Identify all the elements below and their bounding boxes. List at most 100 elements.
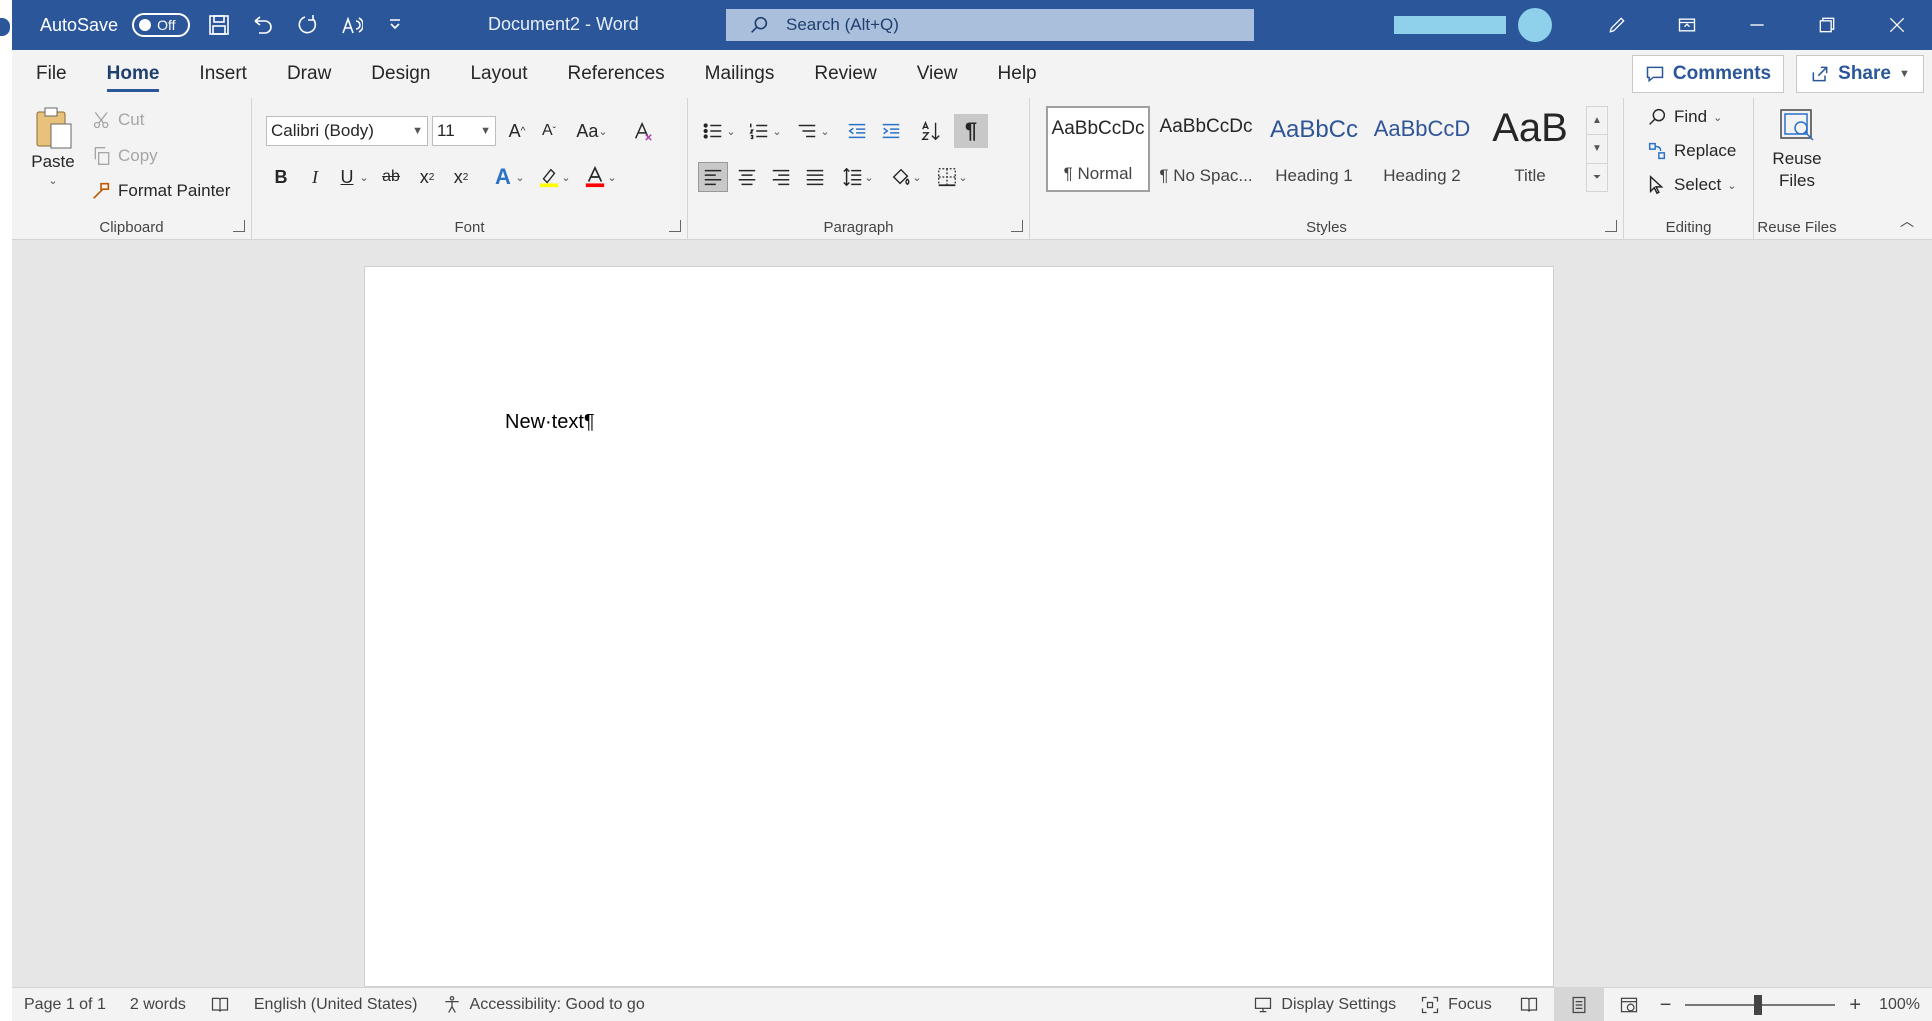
read-aloud-icon[interactable]: [336, 10, 366, 40]
highlight-dropdown-icon[interactable]: ⌄: [558, 162, 574, 192]
document-text[interactable]: New·text¶: [505, 411, 595, 434]
numbering-dropdown-icon[interactable]: ⌄: [770, 116, 784, 146]
style-normal[interactable]: AaBbCcDc ¶ Normal: [1046, 106, 1150, 192]
restore-icon[interactable]: [1792, 0, 1862, 50]
strikethrough-icon[interactable]: ab: [376, 162, 406, 192]
multilevel-dropdown-icon[interactable]: ⌄: [818, 116, 832, 146]
reuse-files-button[interactable]: Reuse Files: [1766, 106, 1828, 192]
web-layout-button[interactable]: [1604, 988, 1654, 1021]
collapse-ribbon-icon[interactable]: ︿: [1900, 211, 1914, 231]
zoom-slider-thumb[interactable]: [1754, 995, 1763, 1015]
minimize-icon[interactable]: [1722, 0, 1792, 50]
style-heading-1[interactable]: AaBbCc Heading 1: [1262, 106, 1366, 192]
chevron-down-icon: ⌄: [1713, 111, 1723, 124]
find-button[interactable]: Find ⌄: [1646, 106, 1722, 128]
language-status[interactable]: English (United States): [242, 988, 430, 1021]
select-button[interactable]: Select ⌄: [1646, 174, 1736, 196]
paste-button[interactable]: Paste ⌄: [28, 106, 78, 187]
align-center-icon[interactable]: [732, 162, 762, 192]
pen-icon[interactable]: [1582, 0, 1652, 50]
paragraph-launcher-icon[interactable]: [1011, 220, 1023, 232]
italic-icon[interactable]: I: [300, 162, 330, 192]
comments-button[interactable]: Comments: [1632, 55, 1784, 93]
clipboard-launcher-icon[interactable]: [233, 220, 245, 232]
tab-mailings[interactable]: Mailings: [685, 50, 795, 98]
page-count[interactable]: Page 1 of 1: [12, 988, 118, 1021]
print-layout-button[interactable]: [1553, 988, 1604, 1021]
line-spacing-dropdown-icon[interactable]: ⌄: [862, 162, 876, 192]
bold-icon[interactable]: B: [266, 162, 296, 192]
account-name[interactable]: [1394, 16, 1506, 34]
style-no-spacing[interactable]: AaBbCcDc ¶ No Spac...: [1154, 106, 1258, 192]
style-title[interactable]: AaB Title: [1478, 106, 1582, 192]
redo-icon[interactable]: [292, 10, 322, 40]
autosave-toggle[interactable]: Off: [132, 13, 191, 37]
more-styles-icon[interactable]: ⏷: [1587, 164, 1607, 191]
increase-indent-icon[interactable]: [876, 116, 906, 146]
replace-button[interactable]: Replace: [1646, 140, 1736, 162]
tab-view[interactable]: View: [897, 50, 978, 98]
tab-review[interactable]: Review: [794, 50, 896, 98]
align-left-icon[interactable]: [698, 162, 728, 192]
accessibility-status[interactable]: Accessibility: Good to go: [430, 988, 657, 1021]
scroll-up-icon[interactable]: ▲: [1587, 107, 1607, 136]
cut-button[interactable]: Cut: [92, 110, 144, 130]
undo-icon[interactable]: [248, 10, 278, 40]
clear-formatting-icon[interactable]: [628, 116, 658, 146]
share-label: Share: [1838, 63, 1891, 84]
share-button[interactable]: Share ▼: [1796, 55, 1924, 93]
tab-references[interactable]: References: [548, 50, 685, 98]
tab-help[interactable]: Help: [978, 50, 1057, 98]
font-color-dropdown-icon[interactable]: ⌄: [604, 162, 620, 192]
tab-insert[interactable]: Insert: [179, 50, 267, 98]
style-heading-2[interactable]: AaBbCcD Heading 2: [1370, 106, 1474, 192]
shading-dropdown-icon[interactable]: ⌄: [910, 162, 924, 192]
align-right-icon[interactable]: [766, 162, 796, 192]
display-settings-button[interactable]: Display Settings: [1241, 988, 1408, 1021]
tab-draw[interactable]: Draw: [267, 50, 351, 98]
clipboard-group: Paste ⌄ Cut Copy Format Painter Clipboar…: [12, 98, 252, 240]
subscript-icon[interactable]: x2: [412, 162, 442, 192]
replace-icon: [1648, 142, 1666, 160]
font-launcher-icon[interactable]: [669, 220, 681, 232]
tab-design[interactable]: Design: [351, 50, 450, 98]
styles-launcher-icon[interactable]: [1605, 220, 1617, 232]
read-mode-button[interactable]: [1504, 988, 1554, 1021]
text-effects-dropdown-icon[interactable]: ⌄: [512, 162, 528, 192]
change-case-button[interactable]: Aa ⌄: [570, 116, 614, 146]
tab-home[interactable]: Home: [87, 50, 180, 98]
justify-icon[interactable]: [800, 162, 830, 192]
underline-dropdown-icon[interactable]: ⌄: [356, 162, 372, 192]
bullets-dropdown-icon[interactable]: ⌄: [724, 116, 738, 146]
ribbon-display-options-icon[interactable]: [1652, 0, 1722, 50]
style-label: ¶ No Spac...: [1159, 166, 1253, 185]
document-page[interactable]: New·text¶: [364, 266, 1554, 987]
zoom-in-button[interactable]: +: [1843, 988, 1867, 1021]
zoom-level[interactable]: 100%: [1867, 988, 1932, 1021]
customize-qat-icon[interactable]: [380, 10, 410, 40]
close-icon[interactable]: [1862, 0, 1932, 50]
shrink-font-icon[interactable]: Aˇ: [534, 116, 564, 146]
grow-font-icon[interactable]: A ^: [502, 116, 532, 146]
format-painter-button[interactable]: Format Painter: [90, 180, 230, 202]
save-icon[interactable]: [204, 10, 234, 40]
borders-dropdown-icon[interactable]: ⌄: [956, 162, 970, 192]
font-name-select[interactable]: Calibri (Body) ▼: [266, 116, 428, 146]
zoom-out-button[interactable]: −: [1654, 988, 1678, 1021]
tab-file[interactable]: File: [12, 50, 87, 98]
tab-layout[interactable]: Layout: [450, 50, 547, 98]
word-count[interactable]: 2 words: [118, 988, 198, 1021]
scroll-down-icon[interactable]: ▼: [1587, 135, 1607, 164]
superscript-icon[interactable]: x2: [446, 162, 476, 192]
font-size-select[interactable]: 11 ▼: [432, 116, 496, 146]
search-box[interactable]: Search (Alt+Q): [726, 9, 1254, 41]
show-formatting-marks-icon[interactable]: ¶: [954, 114, 988, 148]
sort-icon[interactable]: [916, 116, 946, 146]
proofing-status[interactable]: [198, 988, 242, 1021]
avatar[interactable]: [1518, 8, 1552, 42]
copy-button[interactable]: Copy: [92, 146, 158, 166]
focus-button[interactable]: Focus: [1408, 988, 1504, 1021]
decrease-indent-icon[interactable]: [842, 116, 872, 146]
zoom-slider[interactable]: [1685, 995, 1836, 1015]
chevron-down-icon[interactable]: ▼: [1899, 68, 1910, 80]
